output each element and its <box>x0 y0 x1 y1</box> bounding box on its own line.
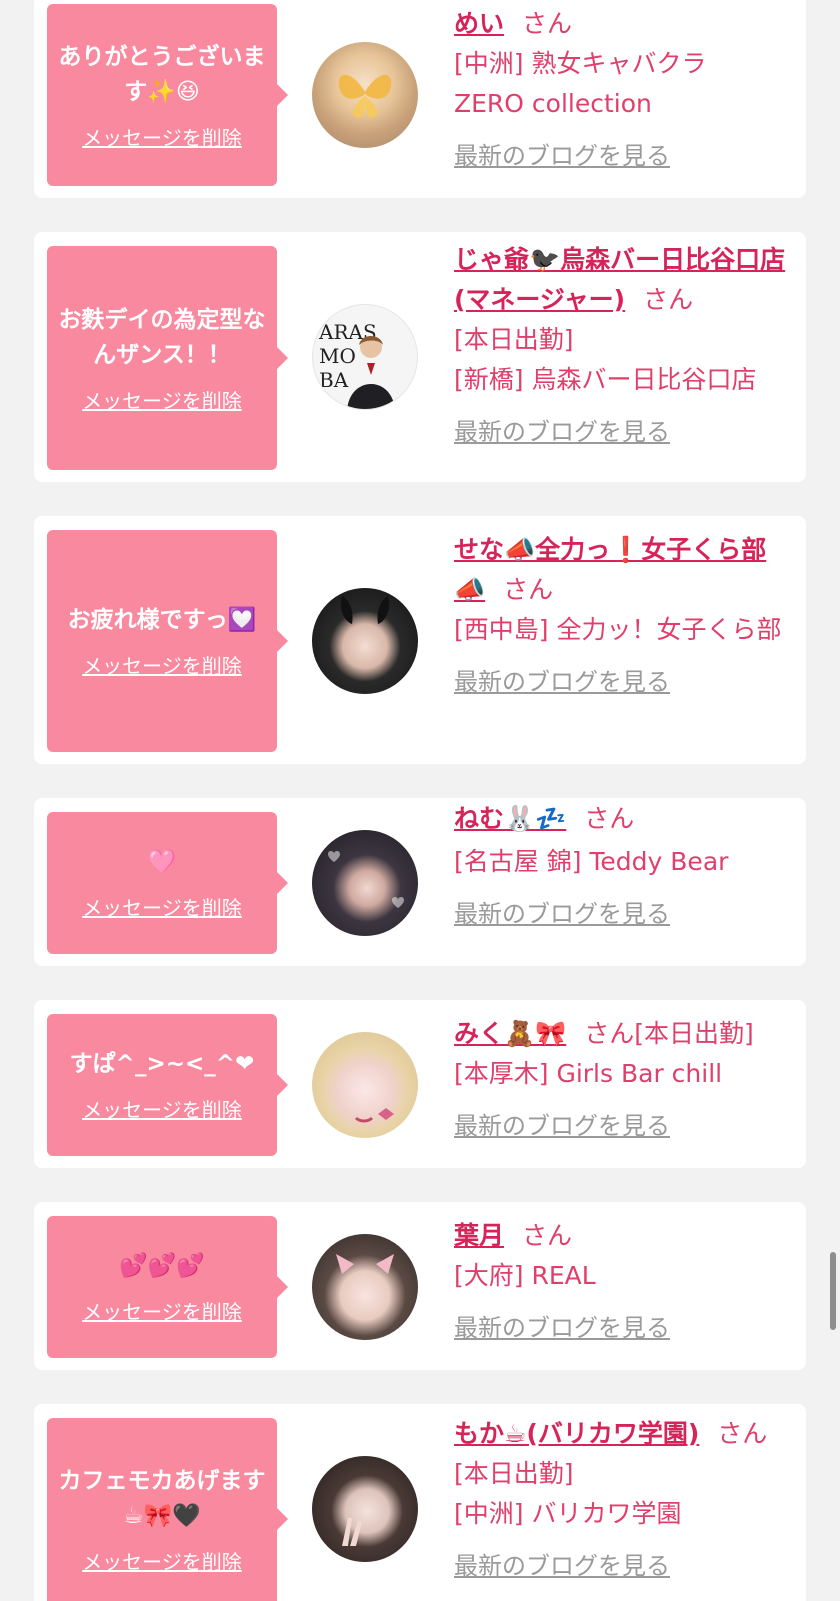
message-bubble: お麩デイの為定型なんザンス！！ メッセージを削除 <box>47 246 288 470</box>
message-text: すぱ^_>~<_^❤ <box>69 1051 255 1077</box>
message-card: ありがとうございます✨😆 メッセージを削除 めい さん [中洲] 熟女キャバクラ … <box>34 0 806 198</box>
butterfly-icon <box>338 74 392 118</box>
message-card: 💕💕💕 メッセージを削除 葉月 さん [大府] REAL 最新のブログを見る <box>34 1202 806 1370</box>
shop-line: ZERO collection <box>454 89 652 118</box>
message-text: 🩷 <box>147 849 177 875</box>
latest-blog-link[interactable]: 最新のブログを見る <box>454 412 670 452</box>
message-text: カフェモカあげます☕🎀🖤 <box>58 1467 266 1529</box>
latest-blog-link[interactable]: 最新のブログを見る <box>454 662 670 702</box>
delete-message-link[interactable]: メッセージを削除 <box>82 385 242 414</box>
cast-info: もか☕(バリカワ学園) さん [本日出勤] [中洲] バリカワ学園 最新のブログを見… <box>454 1414 794 1586</box>
cast-info: じゃ爺🐦‍⬛烏森バー日比谷口店(マネージャー) さん [本日出勤] [新橋] 烏森… <box>454 240 794 452</box>
bunny-ears-icon <box>340 596 390 624</box>
avatar[interactable] <box>312 830 418 936</box>
cast-name-link[interactable]: じゃ爺🐦‍⬛烏森バー日比谷口店(マネージャー) <box>454 245 785 314</box>
cast-name-link[interactable]: めい <box>454 9 504 38</box>
san-label: さん <box>717 1419 768 1448</box>
shop-line: [新橋] 烏森バー日比谷口店 <box>454 365 757 394</box>
delete-message-link[interactable]: メッセージを削除 <box>82 122 242 151</box>
avatar[interactable]: ARAS MO BA <box>312 304 418 410</box>
message-bubble: お疲れ様ですっ💟 メッセージを削除 <box>47 530 288 752</box>
avatar[interactable] <box>312 42 418 148</box>
avatar[interactable] <box>312 1234 418 1340</box>
shop-line: [中洲] 熟女キャバクラ <box>454 49 707 78</box>
latest-blog-link[interactable]: 最新のブログを見る <box>454 136 670 176</box>
shop-line: [大府] REAL <box>454 1261 596 1290</box>
avatar[interactable] <box>312 588 418 694</box>
latest-blog-link[interactable]: 最新のブログを見る <box>454 894 670 934</box>
shop-line: [中洲] バリカワ学園 <box>454 1499 682 1528</box>
cast-info: みく🧸🎀 さん[本日出勤] [本厚木] Girls Bar chill 最新のブロ… <box>454 1014 804 1146</box>
san-label: さん <box>503 575 554 604</box>
shop-line: [名古屋 錦] Teddy Bear <box>454 847 729 876</box>
message-list-page: ありがとうございます✨😆 メッセージを削除 めい さん [中洲] 熟女キャバクラ … <box>0 0 840 1601</box>
message-card: すぱ^_>~<_^❤ メッセージを削除 みく🧸🎀 さん[本日出勤] [本厚木] G… <box>34 1000 806 1168</box>
message-bubble: 🩷 メッセージを削除 <box>47 812 288 954</box>
ribbon-icon <box>354 1108 394 1123</box>
message-card: お疲れ様ですっ💟 メッセージを削除 せな📣全力っ❗女子くら部📣 さん [西中島] … <box>34 516 806 764</box>
message-bubble: カフェモカあげます☕🎀🖤 メッセージを削除 <box>47 1418 288 1601</box>
message-card: カフェモカあげます☕🎀🖤 メッセージを削除 もか☕(バリカワ学園) さん [本日出勤… <box>34 1404 806 1601</box>
san-label: さん <box>522 1221 573 1250</box>
latest-blog-link[interactable]: 最新のブログを見る <box>454 1106 670 1146</box>
status-label: [本日出勤] <box>634 1019 754 1048</box>
cast-name-link[interactable]: 葉月 <box>454 1221 504 1250</box>
message-card: 🩷 メッセージを削除 ねむ🐰💤 さん [名古屋 錦] Teddy Bear 最新の… <box>34 798 806 966</box>
peace-sign-icon <box>342 1518 362 1546</box>
delete-message-link[interactable]: メッセージを削除 <box>82 892 242 921</box>
san-label: さん <box>584 1019 635 1048</box>
latest-blog-link[interactable]: 最新のブログを見る <box>454 1546 670 1586</box>
cast-info: めい さん [中洲] 熟女キャバクラ ZERO collection 最新のブログ… <box>454 4 794 176</box>
cast-name-link[interactable]: ねむ🐰💤 <box>454 804 566 833</box>
san-label: さん <box>522 9 573 38</box>
avatar[interactable] <box>312 1032 418 1138</box>
svg-text:MO: MO <box>319 344 356 368</box>
message-bubble: 💕💕💕 メッセージを削除 <box>47 1216 288 1358</box>
message-text: お麩デイの為定型なんザンス！！ <box>58 306 266 368</box>
cast-info: ねむ🐰💤 さん [名古屋 錦] Teddy Bear 最新のブログを見る <box>454 796 794 934</box>
status-label: [本日出勤] <box>454 325 574 354</box>
cast-name-link[interactable]: せな📣全力っ❗女子くら部📣 <box>454 535 766 604</box>
status-label: [本日出勤] <box>454 1459 574 1488</box>
message-text: ありがとうございます✨😆 <box>58 43 266 105</box>
message-text: 💕💕💕 <box>119 1253 205 1279</box>
delete-message-link[interactable]: メッセージを削除 <box>82 1546 242 1575</box>
cast-name-link[interactable]: みく🧸🎀 <box>454 1019 566 1048</box>
delete-message-link[interactable]: メッセージを削除 <box>82 1094 242 1123</box>
shop-line: [西中島] 全力ッ！女子くら部 <box>454 615 782 644</box>
message-card: お麩デイの為定型なんザンス！！ メッセージを削除 ARAS MO BA じゃ爺🐦… <box>34 232 806 482</box>
shop-line: [本厚木] Girls Bar chill <box>454 1059 723 1088</box>
san-label: さん <box>584 804 635 833</box>
profile-photo-icon: ARAS MO BA <box>318 320 395 409</box>
delete-message-link[interactable]: メッセージを削除 <box>82 1296 242 1325</box>
message-text: お疲れ様ですっ💟 <box>67 607 257 633</box>
heart-sparkle-icon <box>328 851 404 908</box>
cast-info: 葉月 さん [大府] REAL 最新のブログを見る <box>454 1216 794 1348</box>
svg-text:BA: BA <box>319 368 349 392</box>
san-label: さん <box>643 285 694 314</box>
latest-blog-link[interactable]: 最新のブログを見る <box>454 1308 670 1348</box>
avatar[interactable] <box>312 1456 418 1562</box>
scrollbar[interactable] <box>830 1252 836 1330</box>
message-bubble: ありがとうございます✨😆 メッセージを削除 <box>47 4 288 186</box>
cat-ears-icon <box>336 1254 394 1274</box>
delete-message-link[interactable]: メッセージを削除 <box>82 650 242 679</box>
cast-info: せな📣全力っ❗女子くら部📣 さん [西中島] 全力ッ！女子くら部 最新のブログを見… <box>454 530 794 702</box>
cast-name-link[interactable]: もか☕(バリカワ学園) <box>454 1419 699 1448</box>
message-bubble: すぱ^_>~<_^❤ メッセージを削除 <box>47 1014 288 1156</box>
